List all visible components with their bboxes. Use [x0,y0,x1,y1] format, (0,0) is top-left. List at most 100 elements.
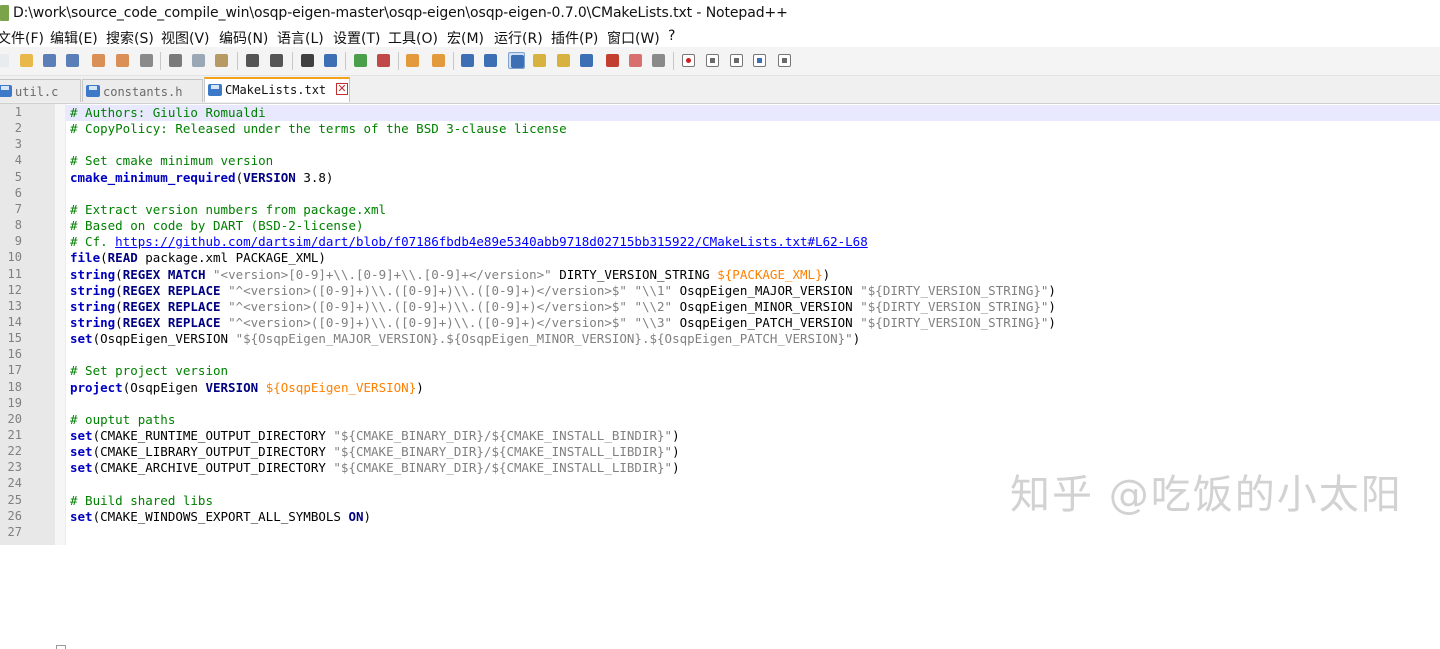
code-line[interactable]: 11 string(REGEX MATCH "<version>[0-9]+\\.… [0,267,1440,283]
play-macro-icon[interactable] [728,52,745,69]
fold-marker[interactable] [56,645,66,649]
code-token-kw: READ [107,250,138,266]
menu-item[interactable]: 编码(N) [219,28,268,48]
code-line[interactable]: 27 [0,525,1440,541]
code-text: cmake_minimum_required(VERSION 3.8) [70,170,333,186]
code-token-str: "\\1" [634,282,673,298]
code-line[interactable]: 20 # ouptut paths [0,412,1440,428]
tab-constants-h[interactable]: constants.h [82,79,203,102]
indent-guide-icon[interactable] [508,52,525,69]
code-text: # Extract version numbers from package.x… [70,202,386,218]
code-line[interactable]: 17 # Set project version [0,363,1440,379]
code-line[interactable]: 16 [0,347,1440,363]
tab-close-icon[interactable]: ✕ [336,83,348,95]
find-icon[interactable] [299,52,316,69]
code-line[interactable]: 2 # CopyPolicy: Released under the terms … [0,121,1440,137]
menu-item[interactable]: 设置(T) [333,28,380,48]
code-text: # Build shared libs [70,493,213,509]
monitoring-icon[interactable] [627,52,644,69]
open-file-icon[interactable] [18,52,35,69]
code-line[interactable]: 6 [0,186,1440,202]
line-number: 20 [7,411,22,426]
menu-item[interactable]: 语言(L) [277,28,324,48]
code-token-url[interactable]: https://github.com/dartsim/dart/blob/f07… [115,234,868,249]
menu-item[interactable]: 插件(P) [551,28,598,48]
code-line[interactable]: 21 set(CMAKE_RUNTIME_OUTPUT_DIRECTORY "${… [0,428,1440,444]
tab-cmakelists-txt[interactable]: CMakeLists.txt ✕ [204,77,350,102]
paste-icon[interactable] [213,52,230,69]
code-token-text: ) [852,331,861,347]
sync-vertical-icon[interactable] [404,52,421,69]
code-line[interactable]: 10 file(READ package.xml PACKAGE_XML) [0,250,1440,266]
view-icon[interactable] [650,52,667,69]
code-token-text: ( [115,266,123,282]
tab-util-c[interactable]: util.c [0,79,81,102]
copy-icon[interactable] [190,52,207,69]
menu-item[interactable]: 编辑(E) [50,28,98,48]
code-token-cmd: string [70,314,116,330]
new-file-icon[interactable] [0,52,11,69]
line-number: 15 [7,331,22,346]
folder-workspace-icon[interactable] [604,52,621,69]
find-icon-glyph [301,54,314,67]
close-all-icon[interactable] [114,52,131,69]
save-all-icon-glyph [66,54,79,67]
code-line[interactable]: 4 # Set cmake minimum version [0,153,1440,169]
code-token-text: OsqpEigen_MINOR_VERSION [672,298,861,314]
menu-item[interactable]: 窗口(W) [607,28,660,48]
stop-macro-icon[interactable] [704,52,721,69]
code-token-text: ) [1048,298,1056,314]
code-line[interactable]: 19 [0,396,1440,412]
show-all-chars-icon[interactable] [482,52,499,69]
undo-icon[interactable] [244,52,261,69]
zoom-out-icon[interactable] [375,52,392,69]
menu-item[interactable]: 宏(M) [447,28,484,48]
code-line[interactable]: 18 project(OsqpEigen VERSION ${OsqpEigen_… [0,380,1440,396]
menu-item[interactable]: 文件(F) [0,28,44,48]
code-line[interactable]: 3 [0,137,1440,153]
indent-guide-icon-glyph [511,55,524,68]
menu-item[interactable]: 运行(R) [494,28,543,48]
code-token-comment: # ouptut paths [70,411,176,427]
cut-icon[interactable] [167,52,184,69]
sync-horizontal-icon[interactable] [430,52,447,69]
code-token-text: ) [416,379,424,395]
replace-icon[interactable] [322,52,339,69]
redo-icon-glyph [270,54,283,67]
code-line[interactable]: 14 string(REGEX REPLACE "^<version>([0-9]… [0,315,1440,331]
line-number: 12 [7,282,22,297]
user-language-icon[interactable] [531,52,548,69]
code-line[interactable]: 22 set(CMAKE_LIBRARY_OUTPUT_DIRECTORY "${… [0,444,1440,460]
redo-icon[interactable] [268,52,285,69]
code-line[interactable]: 13 string(REGEX REPLACE "^<version>([0-9]… [0,299,1440,315]
code-line[interactable]: 9 # Cf. https://github.com/dartsim/dart/b… [0,234,1440,250]
code-line[interactable]: 15 set(OsqpEigen_VERSION "${OsqpEigen_MAJ… [0,331,1440,347]
code-token-comment: # Cf. [70,234,116,250]
code-line[interactable]: 1 # Authors: Giulio Romualdi [0,105,1440,121]
save-icon[interactable] [41,52,58,69]
menu-item[interactable]: 搜索(S) [106,28,154,48]
print-icon[interactable] [138,52,155,69]
menu-item[interactable]: ? [668,28,675,44]
run-macro-multiple-icon[interactable] [751,52,768,69]
close-icon[interactable] [90,52,107,69]
code-line[interactable]: 12 string(REGEX REPLACE "^<version>([0-9]… [0,283,1440,299]
save-all-icon[interactable] [64,52,81,69]
code-line[interactable]: 5 cmake_minimum_required(VERSION 3.8) [0,170,1440,186]
run-macro-multiple-icon-glyph [753,54,766,67]
word-wrap-icon[interactable] [459,52,476,69]
code-token-kw: ON [348,508,364,524]
doc-map-icon[interactable] [555,52,572,69]
code-token-comment: # CopyPolicy: Released under the terms o… [70,121,567,137]
menu-item[interactable]: 视图(V) [161,28,210,48]
stop-macro-icon-glyph [706,54,719,67]
save-macro-icon[interactable] [776,52,793,69]
save-macro-icon-glyph [778,54,791,67]
menu-item[interactable]: 工具(O) [388,28,438,48]
record-macro-icon[interactable] [680,52,697,69]
zoom-in-icon[interactable] [352,52,369,69]
watermark: 知乎 @吃饭的小太阳 [1010,472,1403,518]
code-line[interactable]: 8 # Based on code by DART (BSD-2-license) [0,218,1440,234]
function-list-icon[interactable] [578,52,595,69]
code-line[interactable]: 7 # Extract version numbers from package.… [0,202,1440,218]
